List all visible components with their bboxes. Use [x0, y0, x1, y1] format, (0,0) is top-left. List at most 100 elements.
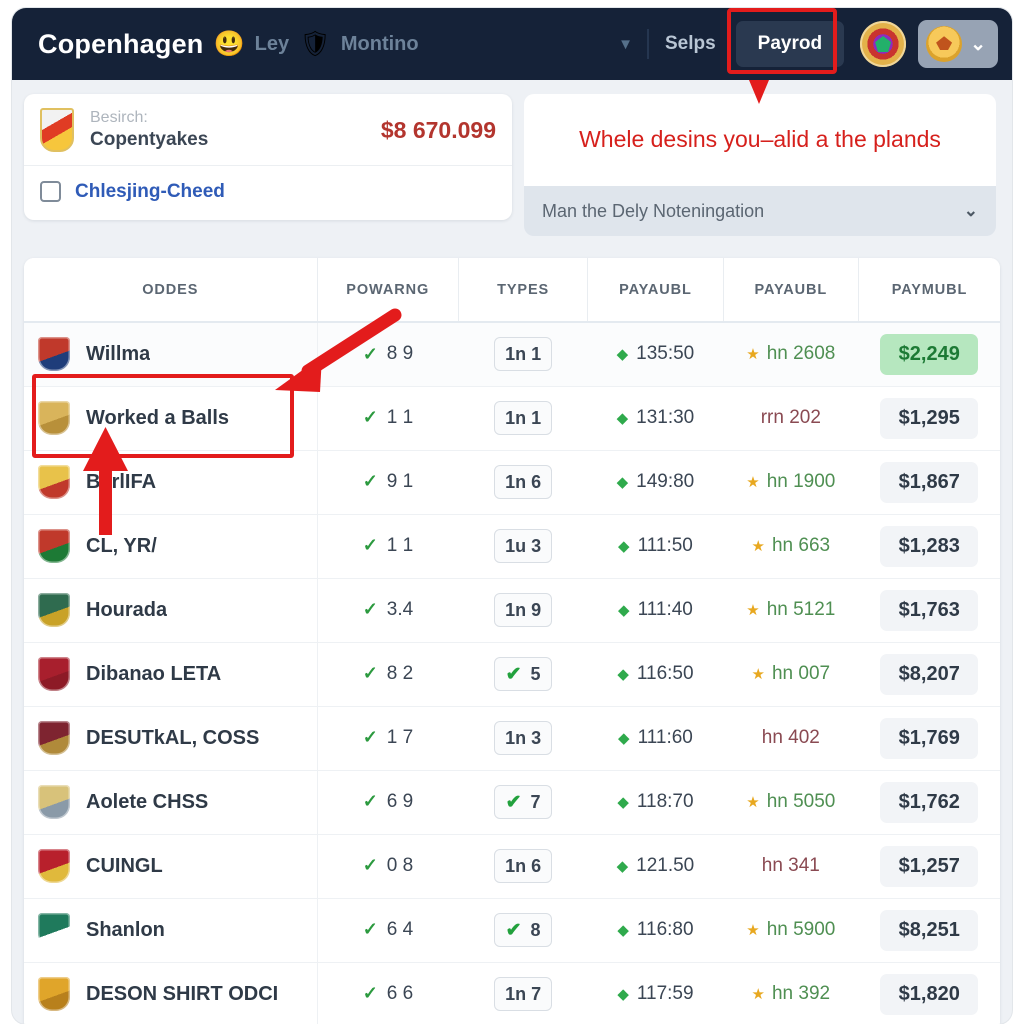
- gold-ring-icon: [38, 785, 70, 819]
- diamond-icon: ◆: [617, 986, 629, 1003]
- cell-payaubl-1: ◆ 116:50: [588, 642, 723, 706]
- star-icon: ★: [751, 538, 765, 555]
- cell-payaubl-1: ◆ 116:80: [588, 898, 723, 962]
- type-pill[interactable]: 1u 3: [494, 529, 553, 563]
- type-pill[interactable]: 1n 3: [494, 721, 553, 755]
- wings-badge-icon: [38, 401, 70, 435]
- app-window: Copenhagen 😃 Ley 🛡 Montino ▼ Selps Payro…: [12, 8, 1012, 1024]
- summary-amount: $8 670.099: [380, 116, 496, 143]
- account-button[interactable]: ⌄: [918, 20, 998, 68]
- crest-icon[interactable]: [860, 21, 907, 67]
- notification-select[interactable]: Man the Dely Noteningation ⌄: [524, 186, 996, 236]
- cell-payaubl-1: ◆ 118:70: [588, 770, 723, 834]
- table-row[interactable]: Shanlon ✓ 6 4 ✔ 8 ◆ 116:80 ★ hn 5900 $8,251: [24, 898, 1000, 962]
- type-pill[interactable]: 1n 9: [494, 593, 553, 627]
- cell-name: DESON SHIRT ODCI: [24, 962, 317, 1024]
- type-pill[interactable]: ✔ 5: [494, 657, 553, 691]
- type-value: 1n 6: [505, 855, 542, 876]
- type-pill[interactable]: ✔ 8: [494, 913, 553, 947]
- powarng-value: 1 1: [386, 406, 414, 428]
- table-row[interactable]: BarlIFA ✓ 9 1 1n 6 ◆ 149:80 ★ hn 1900 $1,867: [24, 450, 1000, 514]
- cell-paymubl: $1,820: [859, 962, 1001, 1024]
- table-row[interactable]: CUINGL ✓ 0 8 1n 6 ◆ 121.50 hn 341 $1,257: [24, 834, 1000, 898]
- top-cards-row: Besirch: Copentyakes $8 670.099 Chlesjin…: [24, 94, 1000, 236]
- table-row[interactable]: DESUTkAL, COSS ✓ 1 7 1n 3 ◆ 111:60 hn 402 $1,76…: [24, 706, 1000, 770]
- paymubl-badge: $1,820: [880, 973, 979, 1015]
- summary-card-bottom[interactable]: Chlesjing-Cheed: [24, 164, 512, 220]
- payaubl-1-value: 121.50: [636, 855, 695, 876]
- cell-powarng: ✓ 8 2: [316, 642, 459, 706]
- type-pill[interactable]: 1n 6: [494, 465, 553, 499]
- table-row[interactable]: CL, YR/ ✓ 1 1 1u 3 ◆ 111:50 ★ hn 663 $1,283: [24, 514, 1000, 578]
- table-row[interactable]: DESON SHIRT ODCI ✓ 6 6 1n 7 ◆ 117:59 ★ hn 392 $1…: [24, 962, 1000, 1024]
- column-header-payaubl-2[interactable]: PAYAUBL: [723, 258, 860, 323]
- note-panel: Whele desins you–alid a the plands: [524, 94, 996, 186]
- payaubl-2-value: hn 2608: [766, 343, 836, 365]
- table-row[interactable]: Worked a Balls ✓ 1 1 1n 1 ◆ 131:30 rrn 202 $1,2…: [24, 386, 1000, 450]
- type-pill[interactable]: 1n 7: [494, 977, 553, 1011]
- cell-powarng: ✓ 3.4: [316, 578, 459, 642]
- table-row[interactable]: Aolete CHSS ✓ 6 9 ✔ 7 ◆ 118:70 ★ hn 5050 $1,762: [24, 770, 1000, 834]
- table-row[interactable]: Hourada ✓ 3.4 1n 9 ◆ 111:40 ★ hn 5121 $1,763: [24, 578, 1000, 642]
- type-pill[interactable]: ✔ 7: [494, 785, 553, 819]
- row-name-label: Worked a Balls: [86, 406, 230, 429]
- cell-paymubl: $1,283: [859, 514, 1001, 578]
- payaubl-2-value: hn 1900: [766, 471, 836, 492]
- powarng-value: 9 1: [386, 470, 414, 492]
- type-pill[interactable]: 1n 1: [494, 337, 553, 372]
- cell-types: 1n 1: [458, 322, 587, 386]
- column-header-paymubl[interactable]: PAYMUBL: [858, 258, 1000, 323]
- cell-name: CL, YR/: [24, 514, 317, 578]
- check-icon: ✓: [362, 983, 378, 1004]
- check-icon: ✓: [362, 791, 378, 812]
- check-icon: ✓: [362, 855, 378, 876]
- checkbox-icon[interactable]: [40, 181, 61, 203]
- cell-payaubl-2: ★ hn 1900: [723, 450, 858, 514]
- data-table: ODDES POWARNG TYPES PAYAUBL PAYAUBL PAYM…: [24, 258, 1000, 1024]
- row-name-label: Dibanao LETA: [86, 662, 222, 685]
- summary-card-top: Besirch: Copentyakes $8 670.099: [24, 94, 512, 165]
- cell-powarng: ✓ 0 8: [316, 834, 459, 898]
- paymubl-badge: $1,257: [880, 845, 979, 887]
- row-name-label: Willma: [86, 342, 151, 365]
- table-row[interactable]: Dibanao LETA ✓ 8 2 ✔ 5 ◆ 116:50 ★ hn 007 $8,207: [24, 642, 1000, 706]
- payaubl-1-value: 116:50: [636, 663, 694, 684]
- powarng-value: 8 9: [386, 343, 414, 364]
- column-header-powarng[interactable]: POWARNG: [317, 258, 459, 323]
- type-value: 1n 7: [505, 983, 542, 1004]
- payaubl-1-value: 149:80: [636, 471, 695, 492]
- type-pill[interactable]: 1n 6: [494, 849, 553, 883]
- topbar-label-ley: Ley: [254, 32, 290, 55]
- summary-name: Copentyakes: [90, 129, 209, 150]
- payaubl-2-value: hn 341: [761, 855, 820, 876]
- type-pill[interactable]: 1n 1: [494, 401, 553, 435]
- payrod-button[interactable]: Payrod: [735, 21, 845, 67]
- chevron-down-icon[interactable]: ▼: [618, 36, 633, 53]
- cell-types: 1n 3: [458, 706, 587, 770]
- avatar: [926, 26, 963, 62]
- column-header-types[interactable]: TYPES: [458, 258, 589, 323]
- column-header-payaubl-1[interactable]: PAYAUBL: [587, 258, 724, 323]
- chevron-down-icon: ⌄: [963, 201, 978, 220]
- powarng-value: 1 1: [386, 534, 414, 556]
- table-row[interactable]: Willma ✓ 8 9 1n 1 ◆ 135:50 ★ hn 2608 $2,249: [24, 322, 1000, 386]
- cell-paymubl: $8,207: [859, 642, 1001, 706]
- cell-types: ✔ 5: [458, 642, 587, 706]
- payaubl-1-value: 135:50: [636, 343, 695, 365]
- star-icon: ★: [746, 346, 760, 364]
- paymubl-badge: $1,283: [880, 525, 979, 567]
- cell-paymubl: $1,867: [859, 450, 1001, 514]
- powarng-value: 8 2: [386, 662, 414, 684]
- column-header-oddes[interactable]: ODDES: [24, 258, 318, 323]
- tricolor-shield-icon: [38, 529, 70, 563]
- cell-name: Worked a Balls: [24, 386, 317, 450]
- diamond-icon: ◆: [617, 666, 629, 683]
- payaubl-2-value: hn 392: [771, 983, 831, 1004]
- payaubl-1-value: 117:59: [636, 983, 694, 1004]
- summary-card-text: Besirch: Copentyakes: [90, 108, 381, 153]
- paymubl-badge: $1,867: [880, 461, 979, 503]
- selps-link[interactable]: Selps: [665, 33, 716, 55]
- cell-paymubl: $2,249: [859, 322, 1001, 386]
- row-name-label: Shanlon: [86, 918, 165, 941]
- summary-link[interactable]: Chlesjing-Cheed: [75, 181, 225, 203]
